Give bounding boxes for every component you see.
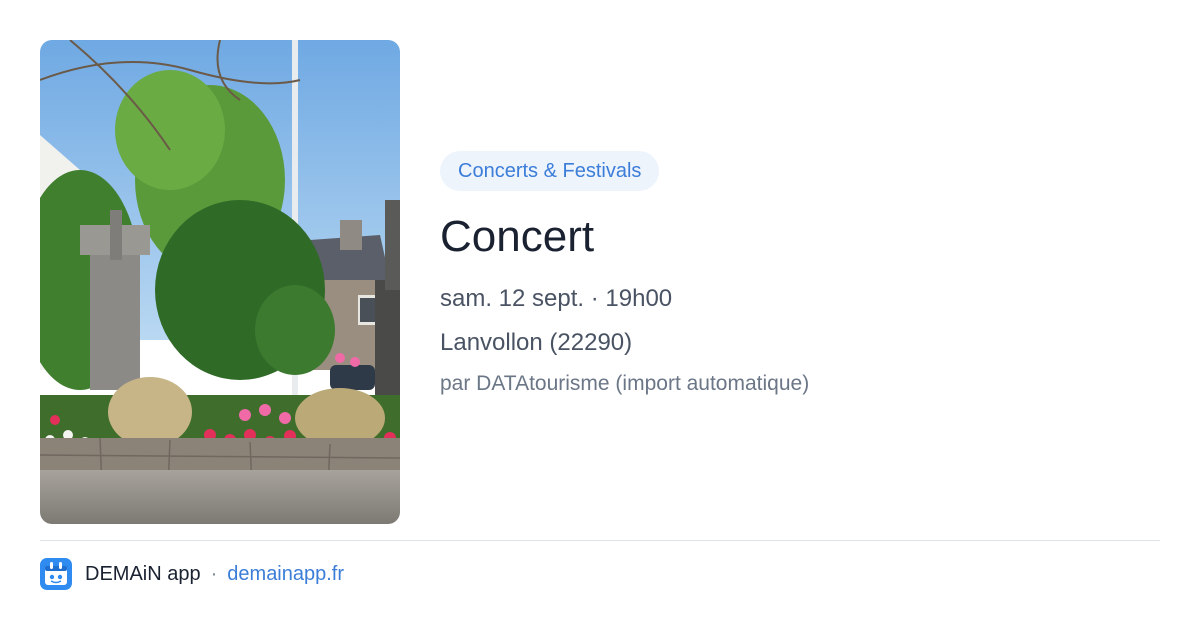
event-source: par DATAtourisme (import automatique) xyxy=(440,372,810,395)
category-badge[interactable]: Concerts & Festivals xyxy=(440,151,660,191)
event-location: Lanvollon (22290) xyxy=(440,329,633,356)
footer-separator: · xyxy=(210,562,218,585)
app-name: DEMAiN app xyxy=(85,562,201,585)
event-title: Concert xyxy=(440,212,595,261)
event-photo xyxy=(40,40,400,524)
event-datetime: sam. 12 sept. · 19h00 xyxy=(440,285,673,312)
footer: DEMAiN app · demainapp.fr xyxy=(40,558,344,590)
event-info: Concerts & Festivals Concert sam. 12 sep… xyxy=(440,151,1160,399)
demain-app-icon xyxy=(40,558,72,590)
footer-divider xyxy=(40,540,1160,541)
app-website-link[interactable]: demainapp.fr xyxy=(227,563,344,586)
